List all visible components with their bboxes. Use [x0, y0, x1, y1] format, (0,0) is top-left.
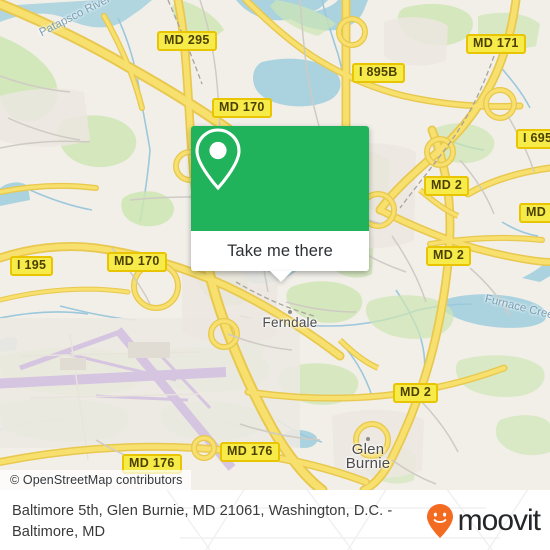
osm-attribution[interactable]: © OpenStreetMap contributors: [0, 470, 191, 490]
location-callout-card[interactable]: Take me there: [191, 126, 369, 282]
moovit-smiley-pin-icon: [426, 504, 453, 538]
callout-pointer-tip: [270, 271, 292, 282]
road-shield: I 895B: [352, 63, 405, 83]
road-shield: I 695: [516, 129, 550, 149]
callout-image-panel: [191, 126, 369, 231]
take-me-there-button[interactable]: Take me there: [191, 231, 369, 271]
road-shield: I 195: [10, 256, 54, 276]
moovit-brand[interactable]: moovit: [425, 503, 541, 539]
location-address: Baltimore 5th, Glen Burnie, MD 21061, Wa…: [12, 503, 393, 540]
place-dot: [288, 310, 292, 314]
road-shield: MD 171: [466, 34, 526, 54]
road-shield: MD 176: [220, 442, 280, 462]
place-label: Glen Burnie: [323, 437, 413, 471]
footer-bar: Baltimore 5th, Glen Burnie, MD 21061, Wa…: [0, 490, 550, 550]
place-label-line: Ferndale: [262, 315, 318, 330]
map-canvas[interactable]: MD 295 MD 171 I 895B MD 170 I 695 MD 2 MD 710 M…: [0, 0, 550, 490]
screenshot-root: MD 295 MD 171 I 895B MD 170 I 695 MD 2 MD 710 M…: [0, 0, 550, 550]
moovit-wordmark: moovit: [457, 504, 541, 537]
take-me-there-label: Take me there: [227, 241, 333, 260]
road-shield: MD 2: [393, 383, 439, 403]
road-shield: MD 170: [212, 98, 272, 118]
road-shield: MD 2: [424, 176, 470, 196]
place-label-line: Burnie: [345, 455, 391, 472]
location-pin-icon: [195, 128, 241, 191]
place-label: Ferndale: [245, 310, 335, 330]
road-shield: MD 2: [426, 246, 472, 266]
road-shield: MD 295: [157, 31, 217, 51]
road-shield: MD 170: [107, 252, 167, 272]
road-shield: MD 710: [519, 203, 550, 223]
